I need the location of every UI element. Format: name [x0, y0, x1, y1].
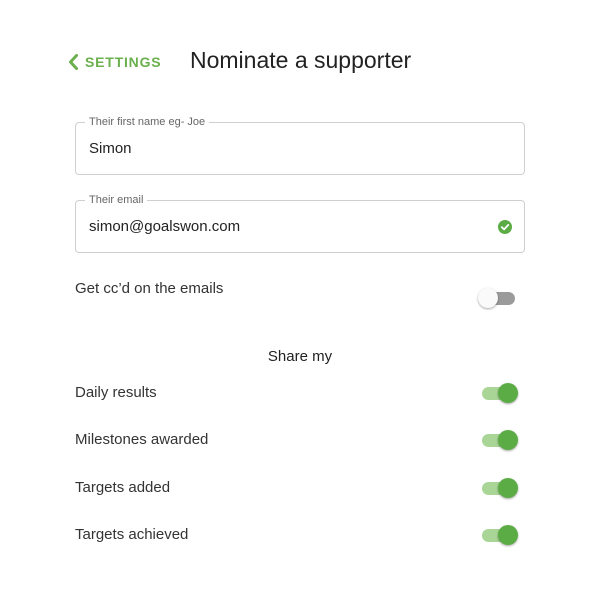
- first-name-legend: Their first name eg- Joe: [85, 115, 210, 129]
- check-circle-icon: [498, 220, 512, 234]
- toggle-thumb: [498, 383, 518, 403]
- back-settings-link[interactable]: SETTINGS: [68, 51, 161, 73]
- daily-results-label: Daily results: [75, 384, 157, 401]
- daily-results-toggle[interactable]: [480, 381, 520, 405]
- targets-achieved-toggle[interactable]: [480, 523, 520, 547]
- first-name-field[interactable]: Their first name eg- Joe: [75, 115, 525, 175]
- email-input[interactable]: [89, 218, 489, 236]
- targets-added-label: Targets added: [75, 479, 171, 496]
- toggle-thumb: [498, 430, 518, 450]
- toggle-thumb: [498, 525, 518, 545]
- cc-emails-label: Get cc’d on the emails: [75, 280, 224, 297]
- milestones-awarded-label: Milestones awarded: [75, 431, 209, 448]
- first-name-input[interactable]: [89, 140, 489, 158]
- email-field[interactable]: Their email: [75, 193, 525, 253]
- toggle-thumb: [498, 478, 518, 498]
- back-label: SETTINGS: [85, 54, 162, 70]
- email-legend: Their email: [85, 193, 148, 207]
- cc-emails-toggle[interactable]: [478, 286, 520, 310]
- targets-achieved-label: Targets achieved: [75, 526, 189, 543]
- toggle-thumb: [478, 288, 498, 308]
- page-title: Nominate a supporter: [190, 47, 412, 73]
- share-my-heading: Share my: [267, 348, 333, 365]
- targets-added-toggle[interactable]: [480, 476, 520, 500]
- nominate-supporter-page: SETTINGS Nominate a supporter Their firs…: [0, 0, 600, 600]
- milestones-awarded-toggle[interactable]: [480, 428, 520, 452]
- chevron-left-icon: [69, 54, 78, 70]
